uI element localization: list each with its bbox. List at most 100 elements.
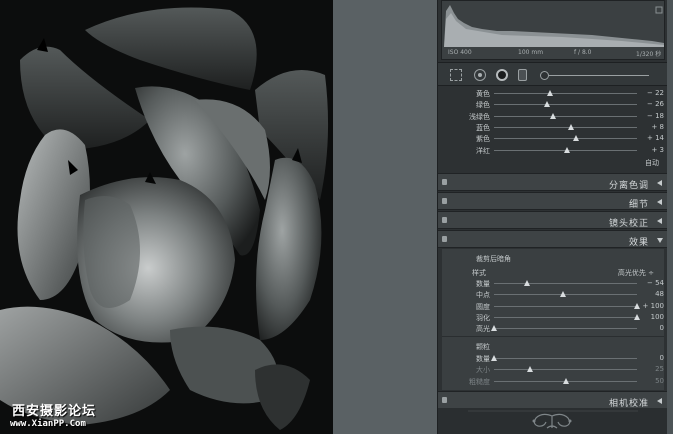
slider-track[interactable] bbox=[494, 377, 637, 384]
slider-thumb[interactable] bbox=[491, 355, 497, 361]
slider-row: 数量 0 bbox=[442, 353, 664, 364]
slider-track[interactable] bbox=[494, 146, 637, 153]
panel-toggle-icon[interactable] bbox=[442, 179, 447, 185]
ornament-flourish-icon bbox=[468, 410, 638, 429]
crop-overlay-icon[interactable] bbox=[450, 69, 462, 81]
slider-label: 绿色 bbox=[476, 101, 490, 110]
slider-thumb[interactable] bbox=[491, 325, 497, 332]
slider-track[interactable] bbox=[491, 355, 637, 361]
section-camera-calibration[interactable]: 相机校准 bbox=[438, 391, 667, 409]
collapse-arrow-icon[interactable] bbox=[657, 199, 662, 205]
exif-iso: ISO 400 bbox=[448, 49, 472, 56]
panel-toggle-icon[interactable] bbox=[442, 217, 447, 223]
photo-canvas[interactable] bbox=[0, 0, 333, 434]
panel-toggle-icon[interactable] bbox=[442, 198, 447, 204]
slider-track[interactable] bbox=[494, 313, 640, 320]
slider-value[interactable]: + 8 bbox=[651, 123, 664, 131]
slider-value[interactable]: 100 bbox=[651, 313, 664, 321]
slider-row: 蓝色 + 8 bbox=[442, 122, 664, 133]
slider-value[interactable]: − 54 bbox=[647, 279, 664, 287]
slider-row: 羽化 100 bbox=[442, 312, 664, 323]
slider-row: 数量 − 54 bbox=[442, 278, 664, 289]
panel-toggle-icon[interactable] bbox=[442, 236, 447, 242]
slider-label: 高光 bbox=[476, 325, 490, 334]
slider-value[interactable]: − 22 bbox=[647, 89, 664, 97]
section-title: 分离色调 bbox=[608, 181, 649, 191]
slider-track[interactable] bbox=[494, 112, 637, 119]
graduated-filter-icon[interactable] bbox=[540, 71, 549, 80]
vignette-title: 裁剪后暗角 bbox=[476, 255, 511, 263]
slider-label: 中点 bbox=[476, 291, 490, 300]
vignette-style-select[interactable]: 高光优先 ÷ bbox=[618, 268, 654, 278]
effects-panel-body: 裁剪后暗角 样式 高光优先 ÷ 数量 − 54 中点 48 圆度 + 100 羽化 100 高光… bbox=[442, 249, 664, 390]
slider-track[interactable] bbox=[494, 90, 637, 96]
exif-focal-length: 100 mm bbox=[518, 49, 544, 56]
slider-label: 数量 bbox=[476, 280, 490, 288]
slider-row: 中点 48 bbox=[442, 289, 664, 300]
slider-thumb[interactable] bbox=[543, 101, 550, 108]
section-title: 镜头校正 bbox=[608, 219, 649, 229]
slider-row: 粗糙度 50 bbox=[442, 376, 664, 387]
succulent-photo-image bbox=[0, 0, 333, 434]
slider-thumb[interactable] bbox=[523, 280, 530, 286]
slider-row: 圆度 + 100 bbox=[442, 301, 664, 312]
slider-value[interactable]: − 26 bbox=[647, 100, 664, 108]
slider-value[interactable]: + 14 bbox=[647, 134, 664, 142]
slider-track[interactable] bbox=[494, 302, 640, 309]
slider-thumb[interactable] bbox=[562, 377, 569, 384]
slider-thumb[interactable] bbox=[568, 123, 575, 130]
slider-label: 大小 bbox=[476, 366, 490, 375]
slider-thumb[interactable] bbox=[563, 146, 570, 153]
slider-label: 紫色 bbox=[476, 135, 490, 144]
slider-track[interactable] bbox=[494, 123, 637, 130]
histogram[interactable]: ISO 400 100 mm f / 8.0 1/320 秒 bbox=[441, 0, 665, 60]
red-eye-icon[interactable] bbox=[496, 69, 508, 81]
slider-value[interactable]: 25 bbox=[655, 365, 664, 373]
slider-value[interactable]: + 100 bbox=[643, 302, 664, 310]
slider-label: 粗糙度 bbox=[469, 377, 490, 386]
exif-shutter: 1/320 秒 bbox=[636, 51, 662, 58]
slider-thumb[interactable] bbox=[634, 313, 640, 320]
collapse-arrow-icon[interactable] bbox=[657, 398, 662, 404]
panel-toggle-icon[interactable] bbox=[442, 397, 447, 403]
slider-track[interactable] bbox=[494, 291, 637, 298]
panel-end-ornament bbox=[438, 408, 667, 434]
slider-label: 圆度 bbox=[476, 302, 490, 311]
slider-label: 蓝色 bbox=[476, 123, 490, 132]
tool-strip-slider[interactable] bbox=[549, 75, 649, 76]
spot-removal-icon[interactable] bbox=[474, 69, 486, 81]
slider-track[interactable] bbox=[491, 325, 637, 332]
slider-track[interactable] bbox=[494, 280, 637, 286]
workspace-background bbox=[333, 0, 437, 434]
watermark-url: www.XianPP.Com bbox=[10, 419, 86, 429]
slider-value[interactable]: 48 bbox=[655, 290, 664, 298]
section-lens-corrections[interactable]: 镜头校正 bbox=[438, 211, 667, 229]
collapse-arrow-icon[interactable] bbox=[657, 180, 662, 186]
watermark-title: 西安摄影论坛 bbox=[12, 404, 97, 419]
slider-track[interactable] bbox=[494, 366, 637, 373]
collapse-arrow-icon[interactable] bbox=[657, 218, 662, 224]
section-effects[interactable]: 效果 bbox=[438, 230, 667, 248]
section-split-toning[interactable]: 分离色调 bbox=[438, 173, 667, 191]
slider-thumb[interactable] bbox=[634, 302, 640, 309]
slider-thumb[interactable] bbox=[549, 112, 556, 119]
tool-strip bbox=[438, 62, 667, 86]
slider-value[interactable]: 50 bbox=[655, 377, 664, 385]
section-detail[interactable]: 细节 bbox=[438, 192, 667, 210]
expand-arrow-icon[interactable] bbox=[657, 238, 663, 243]
panel-scroll-edge[interactable] bbox=[667, 0, 673, 434]
highlight-clipping-icon[interactable] bbox=[655, 6, 663, 14]
slider-value[interactable]: 0 bbox=[660, 354, 664, 362]
adjustment-brush-icon[interactable] bbox=[518, 69, 527, 81]
slider-track[interactable] bbox=[494, 135, 637, 142]
auto-button[interactable]: 自动 bbox=[645, 158, 659, 168]
slider-value[interactable]: 0 bbox=[660, 324, 664, 332]
slider-value[interactable]: − 18 bbox=[647, 112, 664, 120]
slider-thumb[interactable] bbox=[526, 366, 533, 373]
slider-track[interactable] bbox=[494, 101, 637, 108]
slider-value[interactable]: + 3 bbox=[651, 146, 664, 154]
slider-thumb[interactable] bbox=[546, 90, 553, 96]
slider-thumb[interactable] bbox=[572, 135, 579, 142]
slider-thumb[interactable] bbox=[559, 291, 566, 298]
slider-row: 黄色 − 22 bbox=[442, 88, 664, 99]
